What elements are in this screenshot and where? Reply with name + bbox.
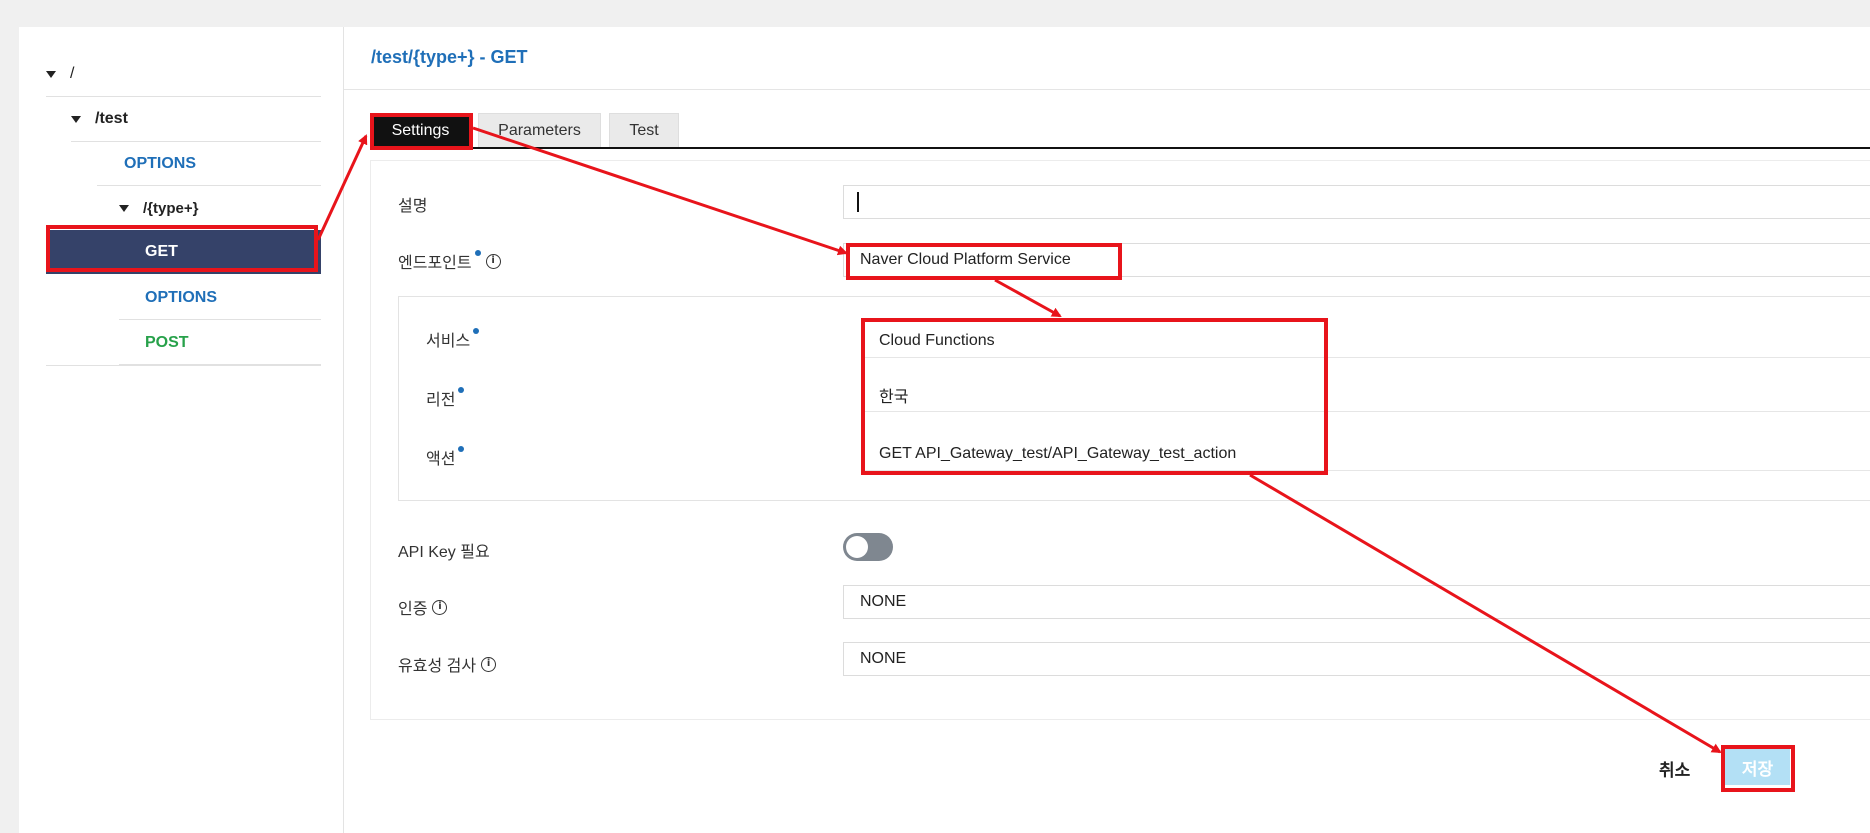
validation-select[interactable]: NONE xyxy=(843,642,1870,676)
caret-down-icon[interactable] xyxy=(119,205,129,212)
api-key-toggle[interactable] xyxy=(843,533,893,561)
service-value: Cloud Functions xyxy=(879,331,995,349)
caret-down-icon[interactable] xyxy=(46,70,56,78)
toggle-knob xyxy=(846,536,868,558)
region-select[interactable]: 한국 xyxy=(863,378,1870,412)
required-dot-icon xyxy=(473,328,480,334)
validation-value: NONE xyxy=(860,650,907,667)
action-select[interactable]: GET API_Gateway_test/API_Gateway_test_ac… xyxy=(863,437,1870,471)
auth-value: NONE xyxy=(860,593,907,610)
tree-node-label: /test xyxy=(95,110,128,127)
region-label: 리전 xyxy=(426,386,465,410)
cancel-button[interactable]: 취소 xyxy=(1659,756,1690,781)
page-title: /test/{type+} - GET xyxy=(371,47,528,67)
label-text: 리전 xyxy=(426,392,456,409)
required-dot-icon xyxy=(474,250,481,256)
label-text: API Key 필요 xyxy=(398,544,490,561)
tree-node-post[interactable]: POST xyxy=(119,321,321,365)
text-cursor xyxy=(857,192,859,212)
tree-node-test[interactable]: /test xyxy=(71,97,321,142)
label-text: 설명 xyxy=(398,198,428,215)
description-label: 설명 xyxy=(398,192,427,216)
method-label: OPTIONS xyxy=(124,154,197,172)
auth-select[interactable]: NONE xyxy=(843,585,1870,619)
label-text: 액션 xyxy=(426,451,456,468)
action-value: GET API_Gateway_test/API_Gateway_test_ac… xyxy=(879,444,1237,462)
method-label: OPTIONS xyxy=(145,288,218,306)
endpoint-select[interactable]: Naver Cloud Platform Service xyxy=(843,243,1870,277)
label-text: 서비스 xyxy=(426,333,471,350)
method-label: GET xyxy=(145,243,178,260)
resource-tree-panel: / /test OPTIONS /{type+} GET OPTIONS POS… xyxy=(19,27,344,833)
tree-node-type-options[interactable]: OPTIONS xyxy=(119,276,321,320)
service-label: 서비스 xyxy=(426,327,480,351)
tab-settings[interactable]: Settings xyxy=(371,113,470,149)
save-button[interactable]: 저장 xyxy=(1725,749,1790,785)
required-dot-icon xyxy=(458,387,465,393)
caret-down-icon[interactable] xyxy=(71,115,81,123)
tree-node-type-plus[interactable]: /{type+} xyxy=(97,187,321,231)
description-input[interactable] xyxy=(843,185,1870,219)
title-divider xyxy=(344,89,1870,90)
endpoint-value: Naver Cloud Platform Service xyxy=(860,251,1071,268)
action-label: 액션 xyxy=(426,445,465,469)
api-key-label: API Key 필요 xyxy=(398,538,490,562)
info-icon[interactable]: i xyxy=(481,656,497,672)
info-icon[interactable]: i xyxy=(485,253,501,269)
tab-parameters[interactable]: Parameters xyxy=(478,113,601,149)
tree-node-label: / xyxy=(70,65,75,82)
region-value: 한국 xyxy=(879,388,909,406)
tree-divider xyxy=(46,365,321,366)
validation-label: 유효성 검사 i xyxy=(398,652,497,676)
label-text: 유효성 검사 xyxy=(398,658,477,675)
method-label: POST xyxy=(145,333,189,351)
tree-node-label: /{type+} xyxy=(143,200,199,217)
auth-label: 인증 i xyxy=(398,595,448,619)
tab-test[interactable]: Test xyxy=(609,113,679,149)
info-icon[interactable]: i xyxy=(432,599,448,615)
label-text: 인증 xyxy=(398,601,428,618)
tree-node-get[interactable]: GET xyxy=(46,230,321,274)
endpoint-label: 엔드포인트 i xyxy=(398,249,501,273)
tabs-underline xyxy=(370,147,1870,149)
service-select[interactable]: Cloud Functions xyxy=(863,324,1870,358)
tree-node-test-options[interactable]: OPTIONS xyxy=(97,142,321,186)
label-text: 엔드포인트 xyxy=(398,255,472,272)
tree-node-root[interactable]: / xyxy=(46,52,321,97)
required-dot-icon xyxy=(458,446,465,452)
